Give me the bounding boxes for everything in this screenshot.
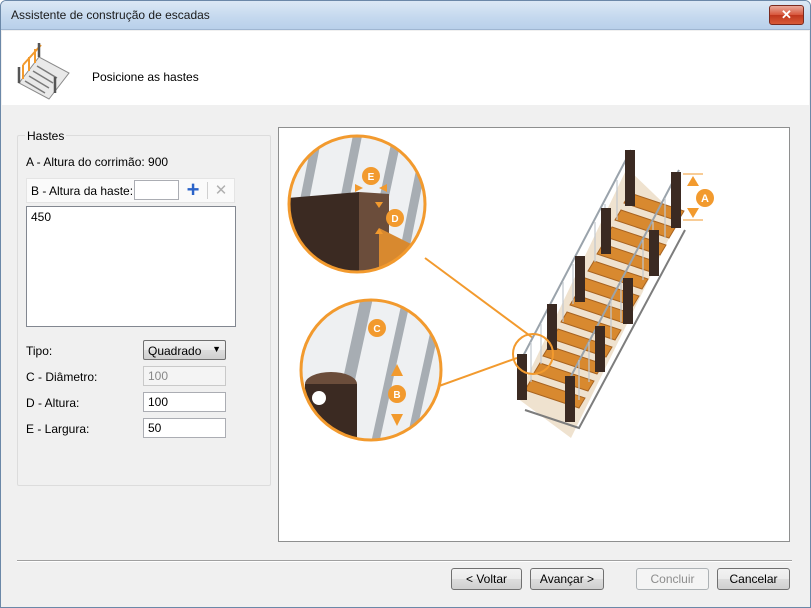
marker-e-label: E — [368, 172, 375, 183]
rod-height-input[interactable] — [134, 180, 179, 200]
step-title: Posicione as hastes — [92, 70, 199, 84]
staircase-diagram: A E D C B — [287, 134, 714, 442]
toolbar-divider — [207, 182, 208, 199]
next-button[interactable]: Avançar > — [530, 568, 604, 590]
marker-a: A — [683, 173, 714, 221]
staircase-diagram-panel: A E D C B — [278, 127, 790, 542]
handrail-height-label: A - Altura do corrimão: 900 — [26, 155, 169, 169]
type-select-value: Quadrado — [148, 344, 202, 358]
width-label: E - Largura: — [26, 422, 90, 436]
height-input[interactable]: 100 — [143, 392, 226, 412]
finish-button: Concluir — [636, 568, 709, 590]
height-label: D - Altura: — [26, 396, 80, 410]
wizard-header: Posicione as hastes — [2, 31, 809, 105]
diameter-input: 100 — [143, 366, 226, 386]
close-button[interactable]: ✕ — [769, 5, 804, 25]
stair-railing-icon — [17, 43, 70, 100]
cancel-button[interactable]: Cancelar — [717, 568, 790, 590]
marker-d-label: D — [391, 214, 398, 225]
delete-icon[interactable]: ✕ — [211, 180, 231, 201]
rod-height-list[interactable]: 450 — [26, 206, 236, 327]
chevron-down-icon: ▼ — [212, 344, 221, 354]
rods-group-title: Hastes — [25, 129, 67, 143]
type-select[interactable]: Quadrado ▼ — [143, 340, 226, 360]
back-button[interactable]: < Voltar — [451, 568, 522, 590]
window-title: Assistente de construção de escadas — [11, 8, 210, 22]
width-input[interactable]: 50 — [143, 418, 226, 438]
marker-c-label: C — [373, 324, 380, 335]
callout-connector-top — [424, 257, 534, 339]
staircase-illustration — [517, 149, 686, 438]
rod-height-toolbar: B - Altura da haste: + ✕ — [26, 178, 235, 203]
diameter-label: C - Diâmetro: — [26, 370, 98, 384]
wizard-window: Assistente de construção de escadas ✕ Po… — [0, 0, 811, 608]
callout-detail-top: E D — [287, 134, 427, 274]
title-bar: Assistente de construção de escadas ✕ — [1, 1, 810, 30]
marker-b-label: B — [393, 390, 400, 401]
callout-connector-bottom — [438, 357, 518, 387]
rod-height-label: B - Altura da haste: — [31, 184, 134, 198]
callout-detail-bottom: C B — [299, 298, 443, 442]
list-item[interactable]: 450 — [27, 207, 235, 227]
marker-a-label: A — [701, 193, 709, 205]
footer-separator — [17, 560, 792, 562]
type-label: Tipo: — [26, 344, 53, 358]
add-icon[interactable]: + — [182, 179, 204, 202]
